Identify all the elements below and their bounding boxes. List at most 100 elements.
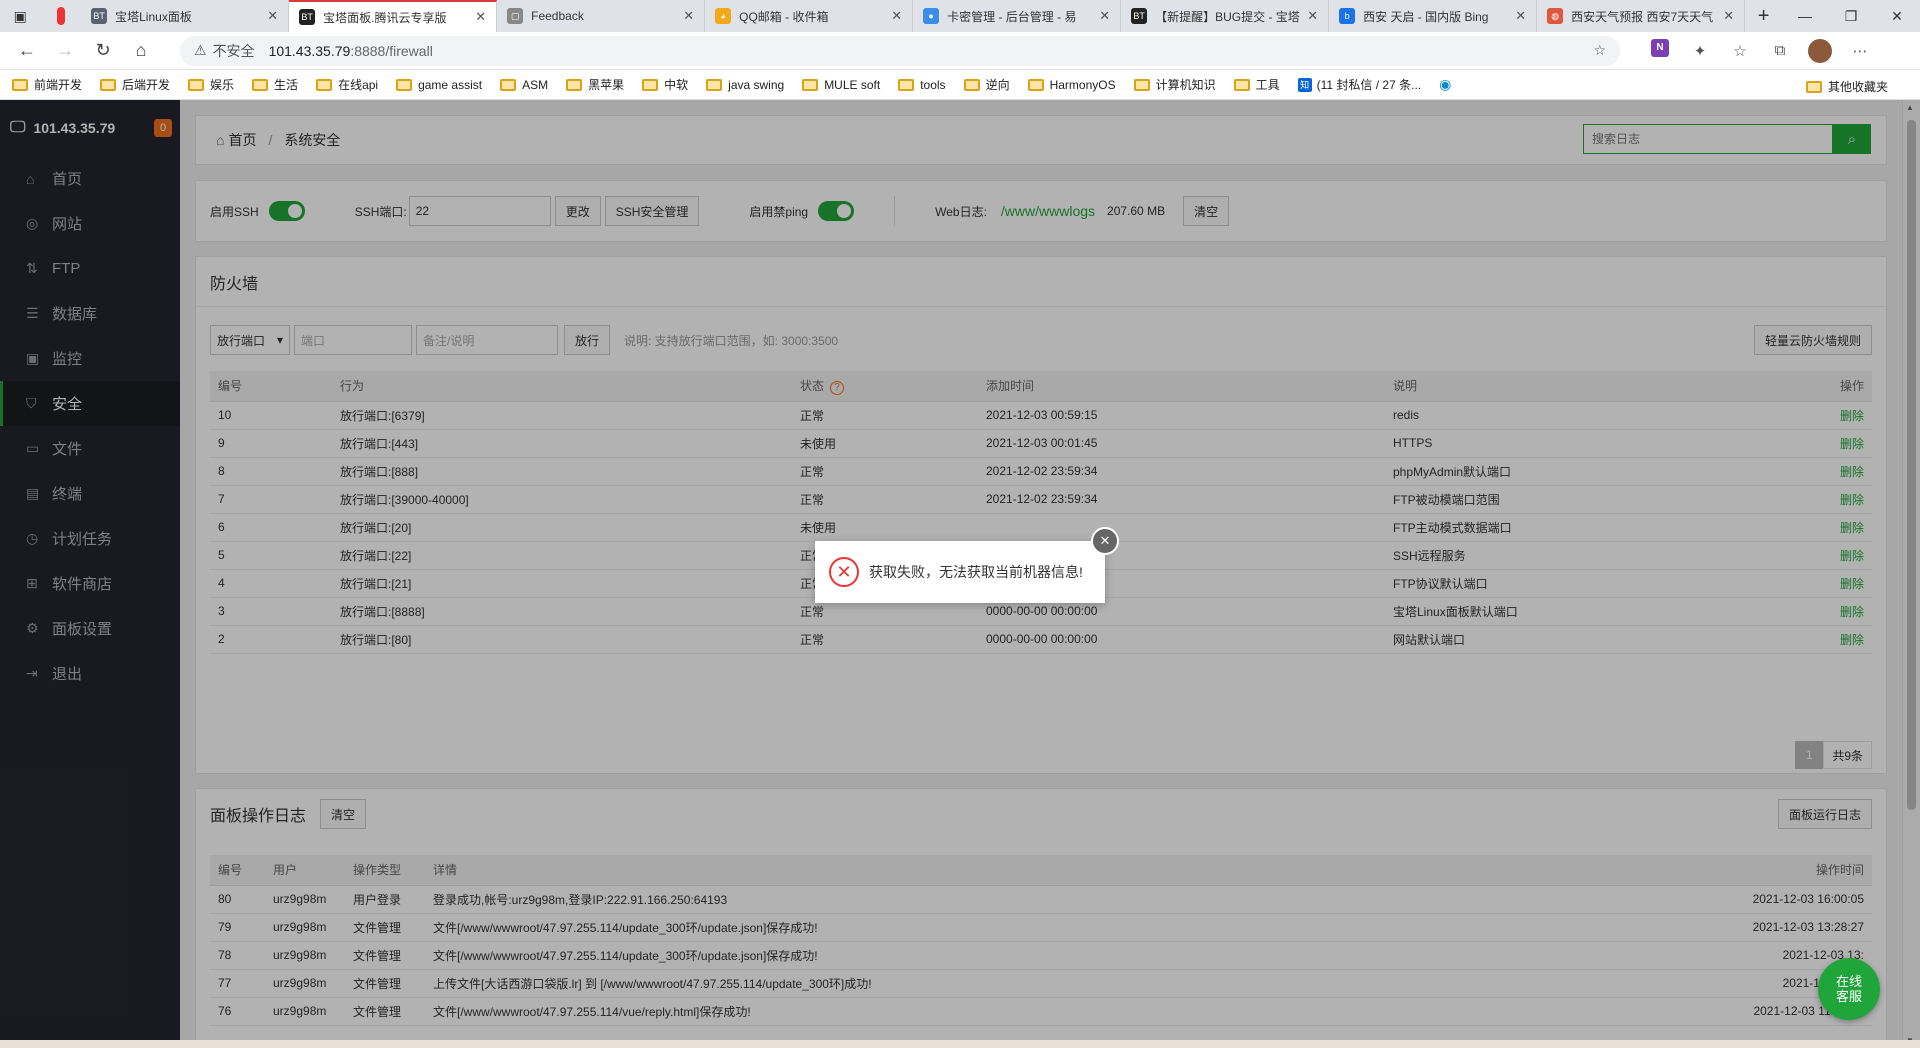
close-window-icon[interactable]: ✕ — [1874, 0, 1920, 32]
folder-icon — [396, 78, 413, 91]
minimize-icon[interactable]: — — [1782, 0, 1828, 32]
tab-title: 卡密管理 - 后台管理 - 易 — [947, 9, 1077, 24]
folder-icon — [12, 78, 28, 91]
tab-favicon-icon: ◕ — [715, 8, 732, 24]
folder-icon — [642, 78, 659, 91]
bookmark-folder[interactable]: ASM — [500, 76, 548, 93]
tab-favicon-icon: ▢ — [507, 8, 524, 24]
browser-tab[interactable]: ◍ 西安天气预报 西安7天天气 ✕ — [1537, 0, 1746, 32]
tab-close-icon[interactable]: ✕ — [891, 8, 902, 24]
tab-title: 西安 天启 - 国内版 Bing — [1363, 9, 1489, 24]
online-service-button[interactable]: 在线 客服 — [1818, 958, 1880, 1020]
bookmark-folder[interactable]: 后端开发 — [100, 76, 170, 93]
tab-title: 西安天气预报 西安7天天气 — [1571, 9, 1714, 24]
folder-icon — [100, 78, 117, 91]
security-label: 不安全 — [212, 42, 255, 59]
tab-close-icon[interactable]: ✕ — [267, 8, 278, 24]
tab-close-icon[interactable]: ✕ — [1307, 8, 1318, 24]
favorite-add-icon[interactable]: ☆ — [1593, 42, 1606, 59]
forward-icon[interactable]: → — [46, 32, 84, 70]
folder-icon — [566, 78, 583, 91]
folder-icon — [188, 78, 205, 91]
bookmark-zhihu[interactable]: 知 (11 封私信 / 27 条... — [1297, 76, 1421, 93]
folder-icon — [1233, 78, 1250, 91]
bookmark-folder[interactable]: 前端开发 — [12, 76, 82, 93]
bookmark-folder[interactable]: 工具 — [1233, 76, 1280, 93]
bookmark-label: tools — [920, 77, 946, 92]
bookmark-folder[interactable]: 逆向 — [963, 76, 1010, 93]
browser-tab[interactable]: BT 宝塔Linux面板 ✕ — [81, 0, 290, 32]
warning-icon: ⚠ — [194, 42, 207, 58]
bookmark-label: HarmonyOS — [1049, 77, 1116, 92]
bookmark-folder[interactable]: 生活 — [252, 76, 298, 93]
browser-tab[interactable]: b 西安 天启 - 国内版 Bing ✕ — [1329, 0, 1538, 32]
reload-icon[interactable]: ↻ — [84, 32, 122, 70]
url-path: :8888/firewall — [350, 42, 433, 59]
tab-close-icon[interactable]: ✕ — [1723, 8, 1734, 24]
onenote-icon[interactable]: N — [1651, 38, 1669, 57]
bookmark-label: 逆向 — [985, 78, 1010, 92]
browser-tab[interactable]: BT 宝塔面板.腾讯云专享版 ✕ — [289, 0, 498, 32]
bookmark-label: 中软 — [664, 78, 689, 92]
browser-tab-bar: ▣ BT 宝塔Linux面板 ✕ BT 宝塔面板.腾讯云专享版 ✕ ▢ Feedback ✕ ◕ Q… — [0, 0, 1920, 32]
tab-actions-icon[interactable]: ▣ — [0, 0, 41, 32]
folder-icon — [802, 78, 819, 91]
bookmark-label: 工具 — [1255, 78, 1280, 92]
bookmark-folder[interactable]: 中软 — [642, 76, 688, 93]
tab-close-icon[interactable]: ✕ — [1099, 8, 1110, 24]
bookmark-folder[interactable]: tools — [898, 76, 946, 93]
tab-close-icon[interactable]: ✕ — [475, 9, 486, 25]
browser-tab[interactable]: BT 【新提醒】BUG提交 - 宝塔 ✕ — [1121, 0, 1330, 32]
address-bar: ← → ↻ ⌂ ⚠ 不安全 101.43.35.79 :8888/firewal… — [0, 32, 1920, 70]
error-icon: ✕ — [829, 557, 859, 587]
bookmark-folder[interactable]: MULE soft — [802, 76, 880, 93]
folder-icon — [252, 78, 269, 91]
browser-tab[interactable]: ● 卡密管理 - 后台管理 - 易 ✕ — [913, 0, 1122, 32]
bookmark-label: 计算机知识 — [1155, 78, 1216, 92]
folder-icon — [898, 78, 915, 91]
tab-favicon-icon: BT — [1131, 8, 1148, 24]
pinned-tab-icon[interactable] — [41, 0, 82, 32]
bookmark-label: 黑苹果 — [588, 78, 625, 92]
bookmark-folder[interactable]: java swing — [706, 76, 784, 93]
folder-icon — [1133, 78, 1150, 91]
tab-favicon-icon: ● — [923, 8, 940, 24]
tab-favicon-icon: ◍ — [1547, 8, 1564, 24]
bookmark-label: game assist — [418, 77, 483, 92]
restore-icon[interactable]: ❐ — [1828, 0, 1874, 32]
tab-title: 【新提醒】BUG提交 - 宝塔 — [1155, 9, 1300, 24]
tab-close-icon[interactable]: ✕ — [1515, 8, 1526, 24]
bookmark-eye[interactable]: ◉ — [1439, 76, 1451, 93]
bookmark-folder[interactable]: 娱乐 — [188, 76, 234, 93]
bookmark-folder[interactable]: 计算机知识 — [1133, 76, 1216, 93]
profile-avatar[interactable] — [1808, 38, 1832, 63]
more-icon[interactable]: ⋯ — [1840, 39, 1880, 63]
extensions-icon[interactable]: ✦ — [1680, 39, 1720, 63]
back-icon[interactable]: ← — [8, 32, 46, 70]
collections-icon[interactable]: ⧉ — [1760, 39, 1800, 63]
bookmark-other-folder[interactable]: 其他收藏夹 — [1805, 78, 1888, 95]
folder-icon — [316, 78, 333, 91]
url-field[interactable]: ⚠ 不安全 101.43.35.79 :8888/firewall ☆ — [180, 35, 1620, 66]
tab-title: 宝塔面板.腾讯云专享版 — [323, 10, 447, 25]
bookmark-label: 在线api — [338, 78, 379, 92]
bookmark-folder[interactable]: game assist — [396, 76, 482, 93]
favorites-icon[interactable]: ☆ — [1720, 39, 1760, 63]
close-icon[interactable]: ✕ — [1091, 527, 1119, 555]
browser-tab[interactable]: ◕ QQ邮箱 - 收件箱 ✕ — [705, 0, 914, 32]
bookmark-label: 前端开发 — [34, 78, 83, 92]
bookmark-label: 娱乐 — [210, 78, 235, 92]
new-tab-button[interactable]: + — [1745, 0, 1782, 32]
bookmark-label: MULE soft — [824, 77, 881, 92]
bookmark-label: java swing — [728, 77, 785, 92]
bookmark-folder[interactable]: HarmonyOS — [1027, 76, 1116, 93]
browser-tab[interactable]: ▢ Feedback ✕ — [497, 0, 706, 32]
bookmark-folder[interactable]: 黑苹果 — [566, 76, 624, 93]
bookmark-label: 后端开发 — [122, 78, 171, 92]
tab-close-icon[interactable]: ✕ — [683, 8, 694, 24]
home-icon[interactable]: ⌂ — [122, 32, 160, 70]
eye-icon: ◉ — [1439, 76, 1452, 92]
folder-icon — [706, 78, 723, 91]
folder-icon — [500, 78, 517, 91]
bookmark-folder[interactable]: 在线api — [316, 76, 378, 93]
